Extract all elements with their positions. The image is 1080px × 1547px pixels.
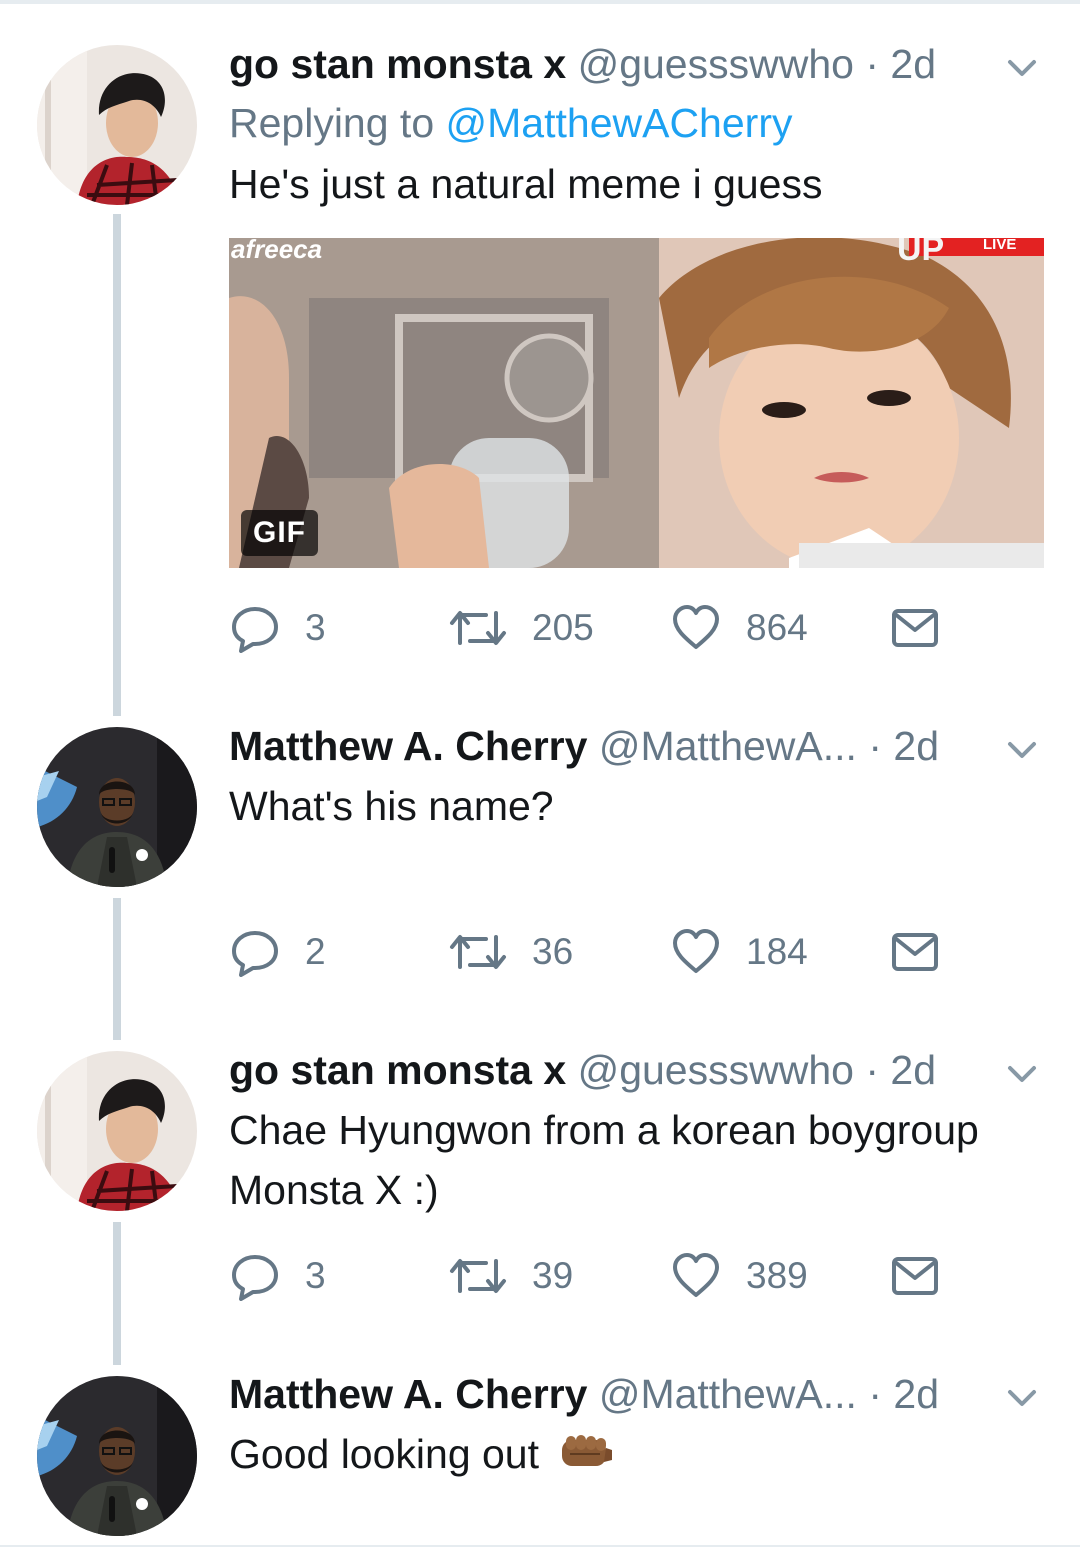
retweet-icon (450, 935, 506, 969)
like-button[interactable]: 864 (670, 603, 808, 653)
chevron-down-icon[interactable] (1004, 736, 1040, 764)
live-badge: LIVE (983, 238, 1017, 253)
watermark-left: afreeca (231, 238, 323, 264)
timestamp[interactable]: 2d (890, 1047, 936, 1093)
user-handle[interactable]: @MatthewA... (599, 1371, 857, 1417)
display-name[interactable]: go stan monsta x (229, 1047, 566, 1093)
like-button[interactable]: 184 (670, 927, 808, 977)
reply-button[interactable]: 3 (229, 1251, 326, 1301)
replying-to-label: Replying to (229, 100, 435, 146)
direct-message-button[interactable] (891, 1251, 939, 1301)
reply-mention-link[interactable]: @MatthewACherry (446, 100, 793, 146)
envelope-icon (892, 933, 938, 971)
replying-to: Replying to @MatthewACherry (229, 96, 1044, 150)
timestamp[interactable]: 2d (893, 1371, 939, 1417)
display-name[interactable]: Matthew A. Cherry (229, 1371, 587, 1417)
tweet-text-content: Good looking out (229, 1431, 540, 1477)
tweet-header: go stan monsta x @guessswwho · 2d (229, 1046, 1044, 1094)
like-count: 389 (746, 1255, 808, 1296)
heart-icon (673, 1253, 719, 1297)
reply-button[interactable]: 3 (229, 603, 326, 653)
tweet-gif[interactable]: afreeca UP LIVE GIF (229, 238, 1044, 568)
separator-dot: · (865, 1047, 879, 1093)
separator-dot: · (868, 1371, 882, 1417)
heart-icon (673, 929, 719, 973)
display-name[interactable]: go stan monsta x (229, 41, 566, 87)
thread-connector (113, 1222, 121, 1365)
envelope-icon (892, 609, 938, 647)
avatar[interactable] (37, 727, 197, 887)
direct-message-button[interactable] (891, 603, 939, 653)
tweet-text-line: Monsta X :) (229, 1167, 439, 1213)
display-name[interactable]: Matthew A. Cherry (229, 723, 587, 769)
user-handle[interactable]: @guessswwho (578, 41, 854, 87)
retweet-button[interactable]: 36 (448, 927, 573, 977)
tweet-actions: 2 36 184 (229, 927, 989, 977)
like-count: 864 (746, 607, 808, 648)
envelope-icon (892, 1257, 938, 1295)
retweet-count: 205 (532, 607, 594, 648)
retweet-icon (450, 611, 506, 645)
heart-icon (673, 605, 719, 649)
tweet-text-line: Chae Hyungwon from a korean boygroup (229, 1107, 979, 1153)
chevron-down-icon[interactable] (1004, 1384, 1040, 1412)
avatar[interactable] (37, 45, 197, 205)
chevron-down-icon[interactable] (1004, 54, 1040, 82)
direct-message-button[interactable] (891, 927, 939, 977)
tweet-text: Chae Hyungwon from a korean boygroup Mon… (229, 1100, 1044, 1220)
avatar[interactable] (37, 1376, 197, 1536)
retweet-icon (450, 1259, 506, 1293)
avatar-image (37, 1051, 197, 1211)
watermark-right: UP (897, 238, 945, 268)
reply-button[interactable]: 2 (229, 927, 326, 977)
retweet-count: 36 (532, 931, 574, 972)
avatar[interactable] (37, 1051, 197, 1211)
user-handle[interactable]: @MatthewA... (599, 723, 857, 769)
reply-count: 2 (305, 931, 326, 972)
tweet-header: go stan monsta x @guessswwho · 2d (229, 40, 1044, 88)
tweet-actions: 3 205 864 (229, 603, 989, 653)
gif-badge: GIF (241, 510, 318, 556)
tweet-text: What's his name? (229, 783, 554, 829)
thread-connector (113, 898, 121, 1040)
retweet-count: 39 (532, 1255, 574, 1296)
timestamp[interactable]: 2d (893, 723, 939, 769)
timestamp[interactable]: 2d (890, 41, 936, 87)
thread-connector (113, 214, 121, 716)
tweet-text: Good looking out (229, 1424, 1044, 1484)
retweet-button[interactable]: 205 (448, 603, 594, 653)
reply-count: 3 (305, 1255, 326, 1296)
gif-image (229, 238, 1044, 568)
reply-icon (232, 931, 278, 977)
like-count: 184 (746, 931, 808, 972)
chevron-down-icon[interactable] (1004, 1060, 1040, 1088)
avatar-image (37, 45, 197, 205)
tweet-text: He's just a natural meme i guess (229, 161, 823, 207)
user-handle[interactable]: @guessswwho (578, 1047, 854, 1093)
separator-dot: · (865, 41, 879, 87)
avatar-image (37, 727, 197, 887)
fist-bump-emoji-icon (562, 1435, 613, 1466)
reply-icon (232, 1255, 278, 1301)
retweet-button[interactable]: 39 (448, 1251, 573, 1301)
tweet-header: Matthew A. Cherry @MatthewA... · 2d (229, 722, 1044, 770)
tweet-header: Matthew A. Cherry @MatthewA... · 2d (229, 1370, 1044, 1418)
tweet-actions: 3 39 389 (229, 1251, 989, 1301)
reply-icon (232, 607, 278, 653)
separator-dot: · (868, 723, 882, 769)
avatar-image (37, 1376, 197, 1536)
reply-count: 3 (305, 607, 326, 648)
top-divider (0, 0, 1080, 4)
like-button[interactable]: 389 (670, 1251, 808, 1301)
